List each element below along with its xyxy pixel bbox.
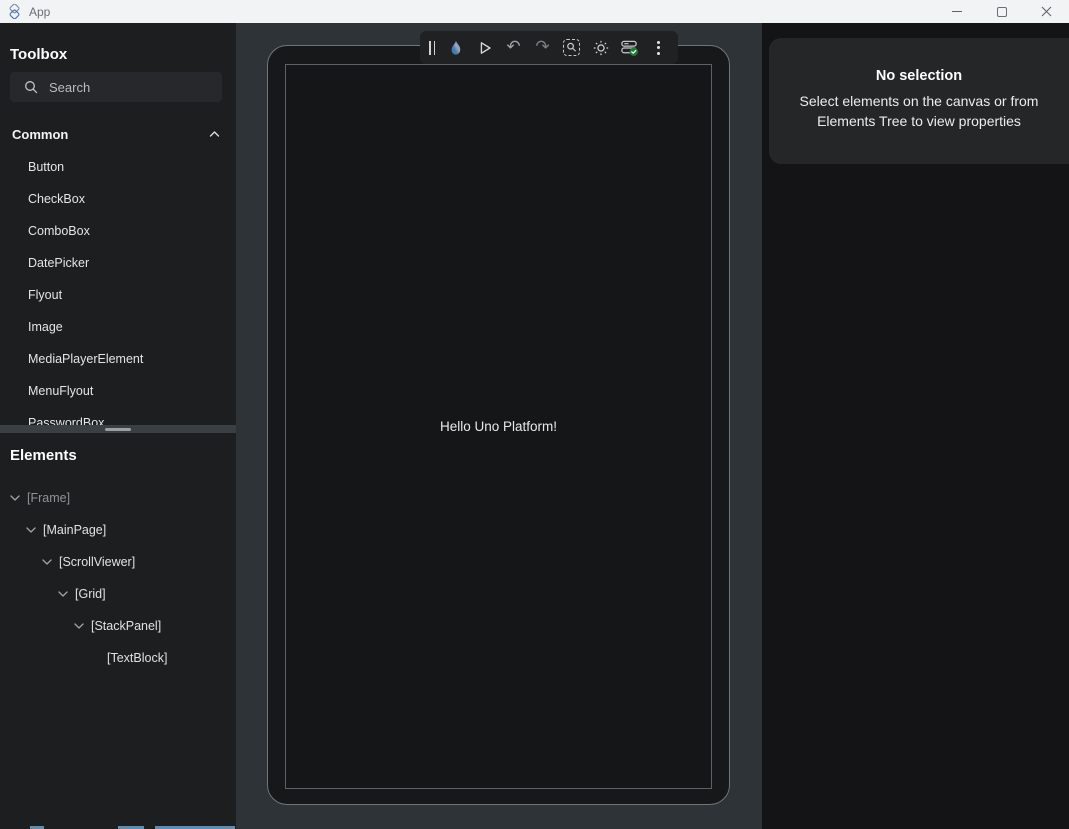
panel-splitter[interactable] <box>0 425 236 433</box>
theme-toggle-button[interactable] <box>586 34 615 62</box>
properties-area: No selection Select elements on the canv… <box>762 23 1069 829</box>
tree-item-grid[interactable]: [Grid] <box>0 578 236 610</box>
chevron-down-icon[interactable] <box>58 590 68 598</box>
tree-item-label: [Frame] <box>27 491 70 505</box>
chevron-up-icon <box>209 130 220 138</box>
section-label: Common <box>12 127 68 142</box>
tree-item-scrollviewer[interactable]: [ScrollViewer] <box>0 546 236 578</box>
element-picker-icon <box>563 39 580 56</box>
toolbox-item-datepicker[interactable]: DatePicker <box>0 247 236 279</box>
chevron-down-icon[interactable] <box>10 494 20 502</box>
toolbox-item-combobox[interactable]: ComboBox <box>0 215 236 247</box>
tree-item-textblock[interactable]: [TextBlock] <box>0 642 236 674</box>
toolbox-item-checkbox[interactable]: CheckBox <box>0 183 236 215</box>
more-options-button[interactable] <box>644 34 673 62</box>
play-button[interactable] <box>470 34 499 62</box>
left-sidebar: Toolbox Common Button CheckBox ComboBox … <box>0 23 236 829</box>
sun-icon <box>592 39 610 57</box>
canvas-textblock[interactable]: Hello Uno Platform! <box>440 419 557 434</box>
elements-title: Elements <box>10 447 77 464</box>
tree-item-label: [ScrollViewer] <box>59 555 135 569</box>
device-frame: Hello Uno Platform! <box>267 45 730 805</box>
redo-button[interactable]: ↷ <box>528 34 557 62</box>
properties-panel: No selection Select elements on the canv… <box>769 38 1069 164</box>
toolbox-item-menuflyout[interactable]: MenuFlyout <box>0 375 236 407</box>
tree-item-mainpage[interactable]: [MainPage] <box>0 514 236 546</box>
close-icon <box>1041 6 1052 17</box>
maximize-icon <box>997 7 1007 17</box>
search-icon <box>24 80 38 94</box>
maximize-button[interactable] <box>979 0 1024 23</box>
titlebar: App <box>0 0 1069 23</box>
tree-item-stackpanel[interactable]: [StackPanel] <box>0 610 236 642</box>
chevron-down-icon[interactable] <box>26 526 36 534</box>
ellipsis-icon <box>657 41 660 55</box>
search-input[interactable] <box>49 80 209 95</box>
clipped-content-marks <box>0 825 236 829</box>
toolbox-item-mediaplayerelement[interactable]: MediaPlayerElement <box>0 343 236 375</box>
app-logo-icon <box>7 4 22 19</box>
toolbox-item-passwordbox[interactable]: PasswordBox <box>0 407 236 439</box>
hot-design-button[interactable] <box>441 34 470 62</box>
redo-icon: ↷ <box>535 39 549 56</box>
tree-item-label: [Grid] <box>75 587 106 601</box>
element-picker-button[interactable] <box>557 34 586 62</box>
close-button[interactable] <box>1024 0 1069 23</box>
elements-tree: [Frame] [MainPage] [ScrollViewer] [Grid] <box>0 482 236 674</box>
undo-button[interactable]: ↶ <box>499 34 528 62</box>
toolbar-drag-handle-icon[interactable] <box>429 41 435 55</box>
settings-check-icon <box>620 38 639 57</box>
tree-item-label: [StackPanel] <box>91 619 161 633</box>
minimize-button[interactable] <box>934 0 979 23</box>
device-screen[interactable]: Hello Uno Platform! <box>285 64 712 789</box>
toolbox-item-button[interactable]: Button <box>0 151 236 183</box>
splitter-grip-icon <box>105 428 131 431</box>
toolbox-item-flyout[interactable]: Flyout <box>0 279 236 311</box>
window-title: App <box>29 5 50 19</box>
toolbox-title: Toolbox <box>10 46 67 63</box>
toolbox-item-image[interactable]: Image <box>0 311 236 343</box>
undo-icon: ↶ <box>506 39 520 56</box>
no-selection-message: Select elements on the canvas or from El… <box>780 91 1058 131</box>
flame-icon <box>447 39 465 57</box>
floating-toolbar: ↶ ↷ <box>420 31 678 64</box>
toolbox-search[interactable] <box>10 72 222 102</box>
chevron-down-icon[interactable] <box>42 558 52 566</box>
toolbox-item-list: Button CheckBox ComboBox DatePicker Flyo… <box>0 151 236 439</box>
tree-item-label: [MainPage] <box>43 523 106 537</box>
play-icon <box>476 39 494 57</box>
design-canvas[interactable]: Hello Uno Platform! <box>236 23 762 829</box>
tree-item-label: [TextBlock] <box>107 651 167 665</box>
main-area: Toolbox Common Button CheckBox ComboBox … <box>0 23 1069 829</box>
window-controls <box>934 0 1069 23</box>
chevron-down-icon[interactable] <box>74 622 84 630</box>
no-selection-title: No selection <box>769 68 1069 84</box>
toolbox-section-common[interactable]: Common <box>0 121 236 147</box>
runtime-settings-button[interactable] <box>615 34 644 62</box>
minimize-icon <box>952 11 962 12</box>
tree-item-frame[interactable]: [Frame] <box>0 482 236 514</box>
